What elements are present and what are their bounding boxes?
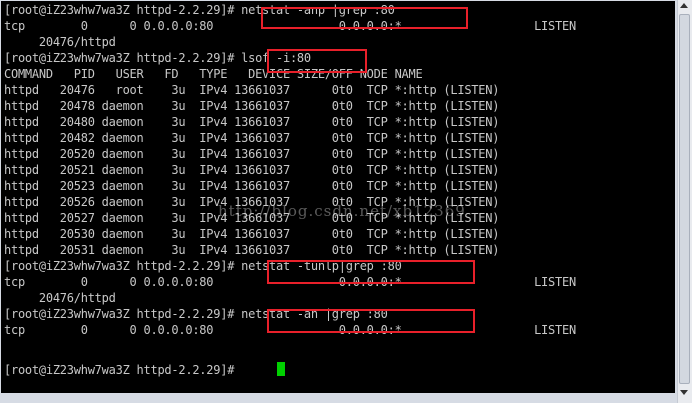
highlight-box-netstat-anp <box>261 7 468 29</box>
terminal-line: 20476/httpd <box>4 291 116 305</box>
terminal-line: httpd 20530 daemon 3u IPv4 13661037 0t0 … <box>4 227 500 241</box>
terminal-line: httpd 20476 root 3u IPv4 13661037 0t0 TC… <box>4 83 500 97</box>
terminal-line: httpd 20520 daemon 3u IPv4 13661037 0t0 … <box>4 147 500 161</box>
terminal-line: httpd 20521 daemon 3u IPv4 13661037 0t0 … <box>4 163 500 177</box>
terminal-window: [root@iZ23whw7wa3Z httpd-2.2.29]# netsta… <box>0 0 692 403</box>
scroll-down-arrow-icon[interactable] <box>680 390 688 395</box>
terminal-line: httpd 20480 daemon 3u IPv4 13661037 0t0 … <box>4 115 500 129</box>
terminal-line: [root@iZ23whw7wa3Z httpd-2.2.29]# lsof -… <box>4 51 311 65</box>
terminal-line: httpd 20482 daemon 3u IPv4 13661037 0t0 … <box>4 131 500 145</box>
watermark-text: http://blog.csdn.net/xb12369 <box>218 202 466 220</box>
terminal-screen[interactable]: [root@iZ23whw7wa3Z httpd-2.2.29]# netsta… <box>1 1 675 393</box>
terminal-line: httpd 20523 daemon 3u IPv4 13661037 0t0 … <box>4 179 500 193</box>
scroll-thumb[interactable] <box>679 14 690 384</box>
terminal-prompt-line: [root@iZ23whw7wa3Z httpd-2.2.29]# <box>4 363 242 377</box>
vertical-scrollbar[interactable] <box>677 0 692 403</box>
terminal-line: httpd 20531 daemon 3u IPv4 13661037 0t0 … <box>4 243 500 257</box>
highlight-box-netstat-tunlp <box>267 260 475 284</box>
scroll-up-arrow-icon[interactable] <box>680 3 688 8</box>
highlight-box-netstat-an <box>267 309 475 333</box>
highlight-box-lsof <box>267 49 367 73</box>
terminal-cursor <box>277 362 285 376</box>
terminal-line: httpd 20478 daemon 3u IPv4 13661037 0t0 … <box>4 99 500 113</box>
terminal-line: 20476/httpd <box>4 35 116 49</box>
